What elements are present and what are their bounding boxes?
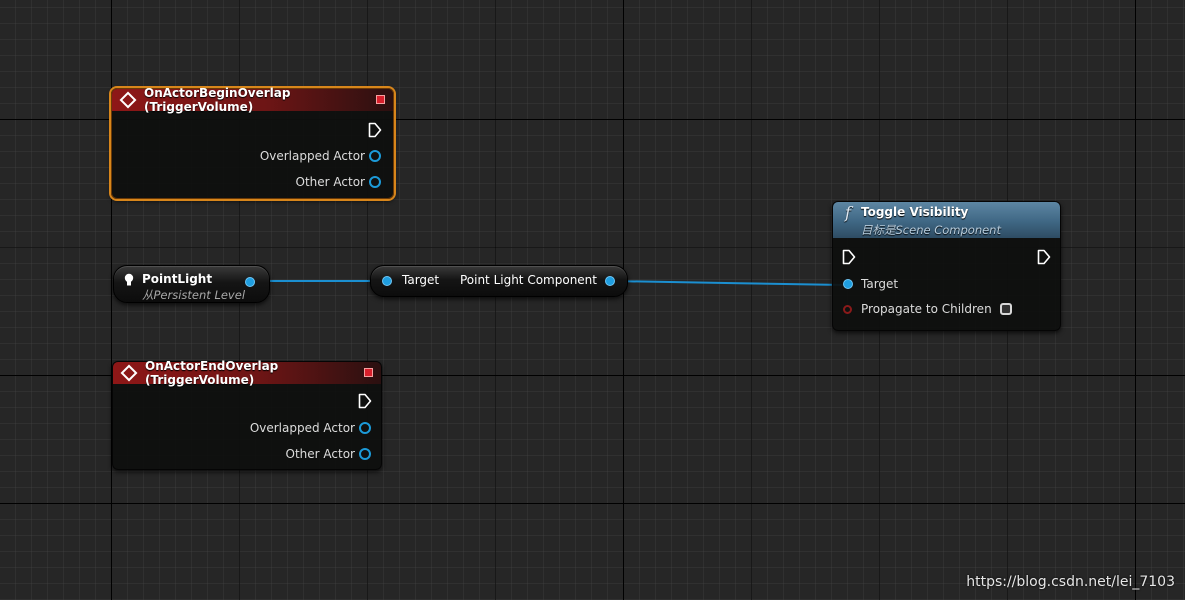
toggle-visibility-title: Toggle Visibility	[861, 205, 969, 219]
pin-label: Propagate to Children	[861, 302, 992, 316]
end-other-actor-row: Other Actor	[286, 447, 371, 461]
pointlight-title: PointLight	[142, 272, 213, 286]
get-component-output-label: Point Light Component	[459, 273, 597, 287]
watermark: https://blog.csdn.net/lei_7103	[966, 574, 1175, 590]
toggle-target-row: Target	[843, 277, 898, 291]
toggle-visibility-subtitle: 目标是Scene Component	[861, 223, 1001, 237]
pin-label: Other Actor	[285, 447, 355, 461]
begin-other-actor-row: Other Actor	[296, 175, 381, 189]
delegate-pin-icon[interactable]	[376, 95, 385, 104]
target-input-pin-icon[interactable]	[843, 279, 853, 289]
get-component-input-label: Target	[402, 273, 440, 287]
pin-label: Overlapped Actor	[259, 149, 365, 163]
object-pin-icon[interactable]	[359, 448, 371, 460]
object-pin-icon[interactable]	[369, 176, 381, 188]
pointlight-reference-node[interactable]: PointLight 从Persistent Level	[113, 265, 270, 303]
propagate-checkbox[interactable]	[999, 303, 1012, 315]
function-icon: f	[845, 203, 851, 222]
bool-input-pin-icon[interactable]	[843, 304, 852, 314]
get-component-node[interactable]: Target Point Light Component	[370, 265, 628, 297]
begin-overlap-node[interactable]: OnActorBeginOverlap (TriggerVolume) Over…	[111, 86, 394, 199]
pointlight-subtitle: 从Persistent Level	[142, 288, 246, 302]
end-overlap-title: OnActorEndOverlap (TriggerVolume)	[145, 359, 279, 387]
toggle-visibility-header[interactable]: f Toggle Visibility 目标是Scene Component	[833, 202, 1060, 238]
exec-out-pin-icon[interactable]	[1037, 249, 1051, 265]
event-icon	[119, 91, 137, 109]
pin-label: Overlapped Actor	[249, 421, 355, 435]
begin-overlapped-actor-row: Overlapped Actor	[260, 149, 381, 163]
exec-out-pin-icon[interactable]	[358, 393, 372, 409]
toggle-propagate-row: Propagate to Children	[843, 302, 1012, 316]
object-output-pin-icon[interactable]	[245, 277, 255, 287]
component-output-pin-icon[interactable]	[605, 276, 615, 286]
pin-label: Target	[861, 277, 899, 291]
begin-overlap-header[interactable]: OnActorBeginOverlap (TriggerVolume)	[112, 86, 393, 114]
event-icon	[120, 364, 138, 382]
end-overlap-header[interactable]: OnActorEndOverlap (TriggerVolume)	[113, 359, 381, 387]
toggle-visibility-node[interactable]: f Toggle Visibility 目标是Scene Component T…	[832, 201, 1061, 331]
exec-in-pin-icon[interactable]	[842, 249, 856, 265]
begin-overlap-title: OnActorBeginOverlap (TriggerVolume)	[144, 86, 291, 114]
lightbulb-icon	[124, 273, 134, 286]
target-input-pin-icon[interactable]	[382, 276, 392, 286]
object-pin-icon[interactable]	[369, 150, 381, 162]
end-overlapped-actor-row: Overlapped Actor	[250, 421, 371, 435]
wire-component-to-toggle-target	[609, 280, 846, 286]
delegate-pin-icon[interactable]	[364, 368, 373, 377]
end-overlap-node[interactable]: OnActorEndOverlap (TriggerVolume) Overla…	[112, 359, 382, 470]
object-pin-icon[interactable]	[359, 422, 371, 434]
exec-out-pin-icon[interactable]	[368, 122, 382, 138]
pin-label: Other Actor	[295, 175, 365, 189]
